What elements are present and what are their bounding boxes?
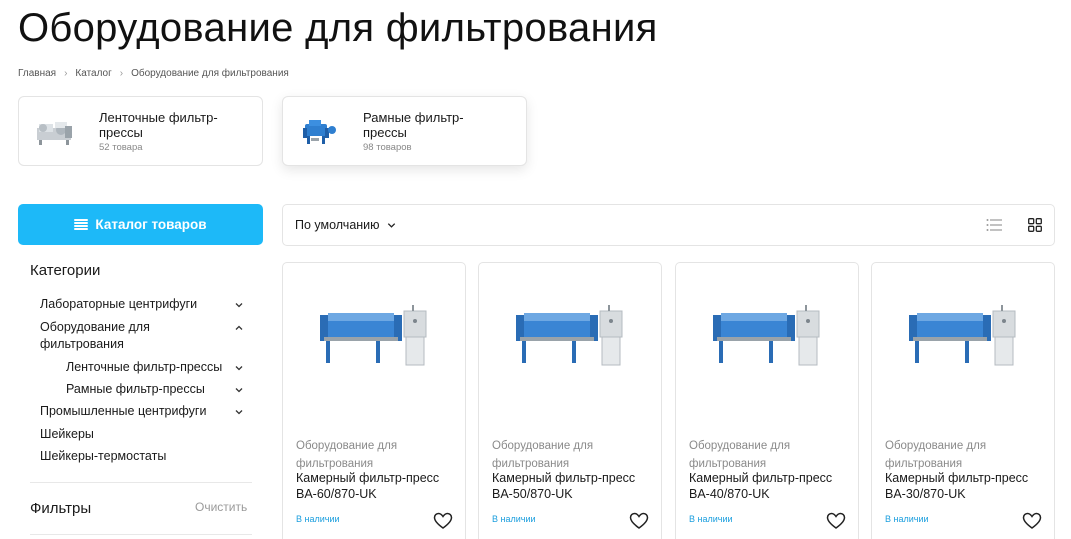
chevron-right-icon: › <box>119 68 124 79</box>
product-card[interactable]: Оборудование для фильтрования Камерный ф… <box>282 262 466 539</box>
list-view-icon[interactable] <box>986 218 1002 232</box>
chevron-right-icon: › <box>64 68 68 79</box>
product-category: Оборудование для фильтрования <box>492 440 594 470</box>
catalog-button-label: Каталог товаров <box>95 217 207 232</box>
heart-icon[interactable] <box>1022 512 1042 530</box>
sidebar-item-filtration-equipment[interactable]: Оборудование для фильтрования <box>40 319 190 353</box>
product-category: Оборудование для фильтрования <box>885 440 987 470</box>
filters-clear-button[interactable]: Очистить <box>195 500 247 514</box>
chevron-down-icon[interactable] <box>233 299 245 311</box>
product-name[interactable]: Камерный фильтр-пресс BA-40/870-UK <box>689 470 854 502</box>
product-image <box>909 305 1016 366</box>
subcategory-name: Ленточные фильтр-прессы <box>99 109 218 140</box>
sidebar-item-shakers[interactable]: Шейкеры <box>40 426 190 443</box>
sort-select-value: По умолчанию <box>295 218 380 232</box>
sidebar-item-belt-presses[interactable]: Ленточные фильтр-прессы <box>66 359 236 376</box>
breadcrumb: Главная › Каталог › Оборудование для фил… <box>18 68 289 79</box>
product-image <box>713 305 820 366</box>
sidebar-item-lab-centrifuges[interactable]: Лабораторные центрифуги <box>40 296 230 313</box>
product-image <box>320 305 427 366</box>
subcategory-name: Рамные фильтр-прессы <box>363 109 464 140</box>
product-name[interactable]: Камерный фильтр-пресс BA-50/870-UK <box>492 470 657 502</box>
sidebar-divider <box>30 534 252 535</box>
chevron-down-icon[interactable] <box>233 362 245 374</box>
subcategory-count: 98 товаров <box>363 141 412 153</box>
breadcrumb-current: Оборудование для фильтрования <box>131 68 289 79</box>
heart-icon[interactable] <box>433 512 453 530</box>
breadcrumb-catalog[interactable]: Каталог <box>75 68 111 79</box>
product-card[interactable]: Оборудование для фильтрования Камерный ф… <box>675 262 859 539</box>
filters-heading: Фильтры <box>30 500 92 517</box>
subcategory-card-frame-presses[interactable]: Рамные фильтр-прессы 98 товаров <box>282 96 527 166</box>
heart-icon[interactable] <box>629 512 649 530</box>
belt-filter-press-image <box>37 122 72 145</box>
sidebar-divider <box>30 482 252 483</box>
product-card[interactable]: Оборудование для фильтрования Камерный ф… <box>871 262 1055 539</box>
subcategory-card-belt-presses[interactable]: Ленточные фильтр-прессы 52 товара <box>18 96 263 166</box>
sort-select[interactable]: По умолчанию <box>295 218 397 232</box>
stock-status: В наличии <box>885 514 929 524</box>
chevron-up-icon[interactable] <box>233 322 245 334</box>
product-image <box>516 305 623 366</box>
sidebar-item-frame-presses[interactable]: Рамные фильтр-прессы <box>66 381 226 398</box>
heart-icon[interactable] <box>826 512 846 530</box>
categories-heading: Категории <box>30 262 101 279</box>
chevron-down-icon[interactable] <box>233 384 245 396</box>
stock-status: В наличии <box>492 514 536 524</box>
menu-icon <box>74 219 89 230</box>
product-name[interactable]: Камерный фильтр-пресс BA-60/870-UK <box>296 470 461 502</box>
sidebar-item-shaker-thermostats[interactable]: Шейкеры-термостаты <box>40 448 220 465</box>
breadcrumb-home[interactable]: Главная <box>18 68 56 79</box>
grid-view-icon[interactable] <box>1028 218 1042 232</box>
product-name[interactable]: Камерный фильтр-пресс BA-30/870-UK <box>885 470 1050 502</box>
chevron-down-icon <box>387 222 395 228</box>
stock-status: В наличии <box>689 514 733 524</box>
frame-filter-press-image <box>303 120 336 144</box>
catalog-toolbar: По умолчанию <box>282 204 1055 246</box>
chevron-down-icon[interactable] <box>233 406 245 418</box>
product-card[interactable]: Оборудование для фильтрования Камерный ф… <box>478 262 662 539</box>
subcategory-count: 52 товара <box>99 141 143 153</box>
catalog-button[interactable]: Каталог товаров <box>18 204 263 245</box>
product-category: Оборудование для фильтрования <box>689 440 791 470</box>
stock-status: В наличии <box>296 514 340 524</box>
sidebar-item-industrial-centrifuges[interactable]: Промышленные центрифуги <box>40 403 230 420</box>
product-category: Оборудование для фильтрования <box>296 440 398 470</box>
page-title: Оборудование для фильтрования <box>18 6 658 50</box>
